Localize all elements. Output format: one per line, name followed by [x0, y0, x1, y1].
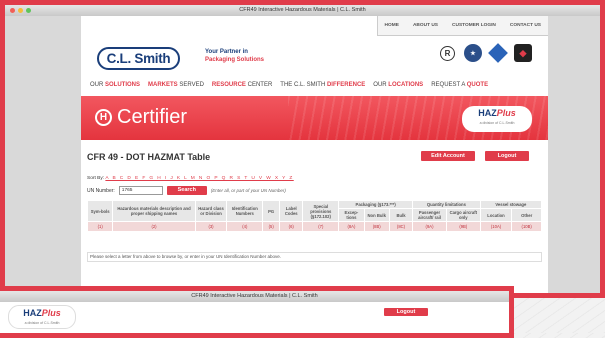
hazmat-badge-icon: ◆ — [514, 44, 532, 62]
group-vessel: Vessel stowage — [479, 200, 543, 209]
page-title: CFR 49 - DOT HAZMAT Table — [87, 152, 211, 162]
top-navigation: HOME ABOUT US CUSTOMER LOGIN CONTACT US — [376, 16, 548, 36]
window2-title: CFR49 Interactive Hazardous Materials | … — [191, 293, 318, 299]
col-id-numbers: Identification Numbers — [226, 200, 264, 222]
window-title: CFR49 Interactive Hazardous Materials | … — [239, 7, 366, 13]
logout-button[interactable]: Logout — [485, 151, 529, 161]
column-number: (8C) — [388, 221, 414, 232]
main-browser-window: CFR49 Interactive Hazardous Materials | … — [0, 0, 605, 298]
browser-viewport: HOME ABOUT US CUSTOMER LOGIN CONTACT US … — [5, 16, 600, 293]
column-number: (4) — [226, 221, 264, 232]
nav-difference[interactable]: THE C.L. SMITH DIFFERENCE — [280, 82, 365, 88]
un-number-label: UN Number: — [87, 187, 115, 194]
window2-logout-button[interactable]: Logout — [384, 308, 428, 316]
nav-our-solutions[interactable]: OUR SOLUTIONS — [90, 82, 140, 88]
nav-resource-center[interactable]: RESOURCE CENTER — [212, 82, 272, 88]
un-number-hint: (Enter all, or part of your UN Number) — [210, 188, 286, 193]
col-hazard-class: Hazard class or Division — [194, 200, 228, 222]
site-container: HOME ABOUT US CUSTOMER LOGIN CONTACT US … — [81, 16, 548, 293]
topnav-contact-us[interactable]: CONTACT US — [503, 16, 548, 35]
un-number-row: UN Number: 1765 Search (Enter all, or pa… — [87, 186, 286, 195]
column-number: (9A) — [412, 221, 447, 232]
certification-icons: R ★ ◆ — [440, 43, 532, 63]
col-special-provisions: Special provisions (§172.102) — [302, 200, 340, 222]
col-exceptions: Excep-tions — [338, 208, 365, 222]
hazplus-logo: HAZPlus a division of C.L.Smith — [462, 106, 532, 132]
col-label-codes: Label Codes — [279, 200, 304, 222]
nav-markets-served[interactable]: MARKETS SERVED — [148, 82, 204, 88]
minimize-window-button[interactable] — [18, 8, 23, 13]
hazmat-table: Sym-bols Hazardous materials description… — [86, 200, 543, 232]
logo-text: C.L. Smith — [106, 51, 171, 66]
column-number: (10A) — [479, 221, 513, 232]
group-quantity: Quantity limitations — [412, 200, 481, 209]
tagline-line-1: Your Partner in — [205, 49, 248, 55]
zoom-window-button[interactable] — [26, 8, 31, 13]
column-number: (9B) — [445, 221, 481, 232]
topnav-customer-login[interactable]: CUSTOMER LOGIN — [445, 16, 503, 35]
column-number: (3) — [194, 221, 228, 232]
cl-smith-logo[interactable]: C.L. Smith — [97, 47, 180, 70]
col-passenger: Passenger aircraft/ rail — [412, 208, 447, 222]
column-number: (2) — [112, 221, 196, 232]
col-pg: PG — [262, 200, 281, 222]
window2-hazplus-logo: HAZPlus a division of C.L.Smith — [8, 305, 76, 329]
column-number: (10B) — [511, 221, 542, 232]
second-browser-window: CFR49 Interactive Hazardous Materials | … — [0, 286, 514, 338]
certifier-title: H Certifier — [95, 106, 187, 129]
tagline: Your Partner in Packaging Solutions — [205, 48, 264, 64]
window2-viewport: HAZPlus a division of C.L.Smith Logout — [0, 302, 509, 333]
col-bulk: Bulk — [388, 208, 414, 222]
col-cargo: Cargo aircraft only — [445, 208, 481, 222]
main-navigation: OUR SOLUTIONS MARKETS SERVED RESOURCE CE… — [90, 82, 488, 88]
sort-by-label: Sort By: — [87, 176, 105, 181]
close-window-button[interactable] — [10, 8, 15, 13]
column-number: (8B) — [363, 221, 390, 232]
group-packaging: Packaging (§173.***) — [338, 200, 414, 209]
col-non-bulk: Non Bulk — [363, 208, 390, 222]
edit-account-button[interactable]: Edit Account — [421, 151, 475, 161]
col-symbols: Sym-bols — [86, 200, 114, 222]
nav-our-locations[interactable]: OUR LOCATIONS — [373, 82, 423, 88]
column-number-row: (1) (2) (3) (4) (5) (6) (7) (8A) (8B) (8… — [86, 221, 542, 232]
column-number: (6) — [279, 221, 304, 232]
topnav-home[interactable]: HOME — [378, 16, 406, 35]
letter-links[interactable]: A B C D E F G H I J K L M N O P Q R S T … — [105, 176, 293, 181]
registered-mark-icon: R — [440, 45, 455, 61]
sort-by-letters: Sort By: A B C D E F G H I J K L M N O P… — [87, 176, 294, 181]
column-number: (7) — [302, 221, 340, 232]
column-number: (1) — [86, 221, 114, 232]
instruction-note: Please select a letter from above to bro… — [87, 252, 542, 262]
column-number: (8A) — [338, 221, 365, 232]
topnav-about-us[interactable]: ABOUT US — [406, 16, 445, 35]
certification-seal-icon: ★ — [464, 44, 482, 62]
col-location: Location — [479, 208, 513, 222]
col-other: Other — [511, 208, 542, 222]
tagline-line-2: Packaging Solutions — [205, 57, 265, 63]
search-button[interactable]: Search — [166, 186, 207, 195]
window-controls — [10, 8, 31, 13]
nav-request-quote[interactable]: REQUEST A QUOTE — [431, 82, 488, 88]
certifier-banner: H Certifier HAZPlus a division of C.L.Sm… — [81, 96, 548, 140]
hazard-h-icon: H — [95, 109, 112, 126]
diamond-badge-icon — [488, 43, 508, 63]
column-number: (5) — [262, 221, 281, 232]
certifier-label: Certifier — [117, 106, 188, 128]
un-number-input[interactable]: 1765 — [118, 186, 163, 195]
col-description: Hazardous materials description and prop… — [112, 200, 196, 222]
